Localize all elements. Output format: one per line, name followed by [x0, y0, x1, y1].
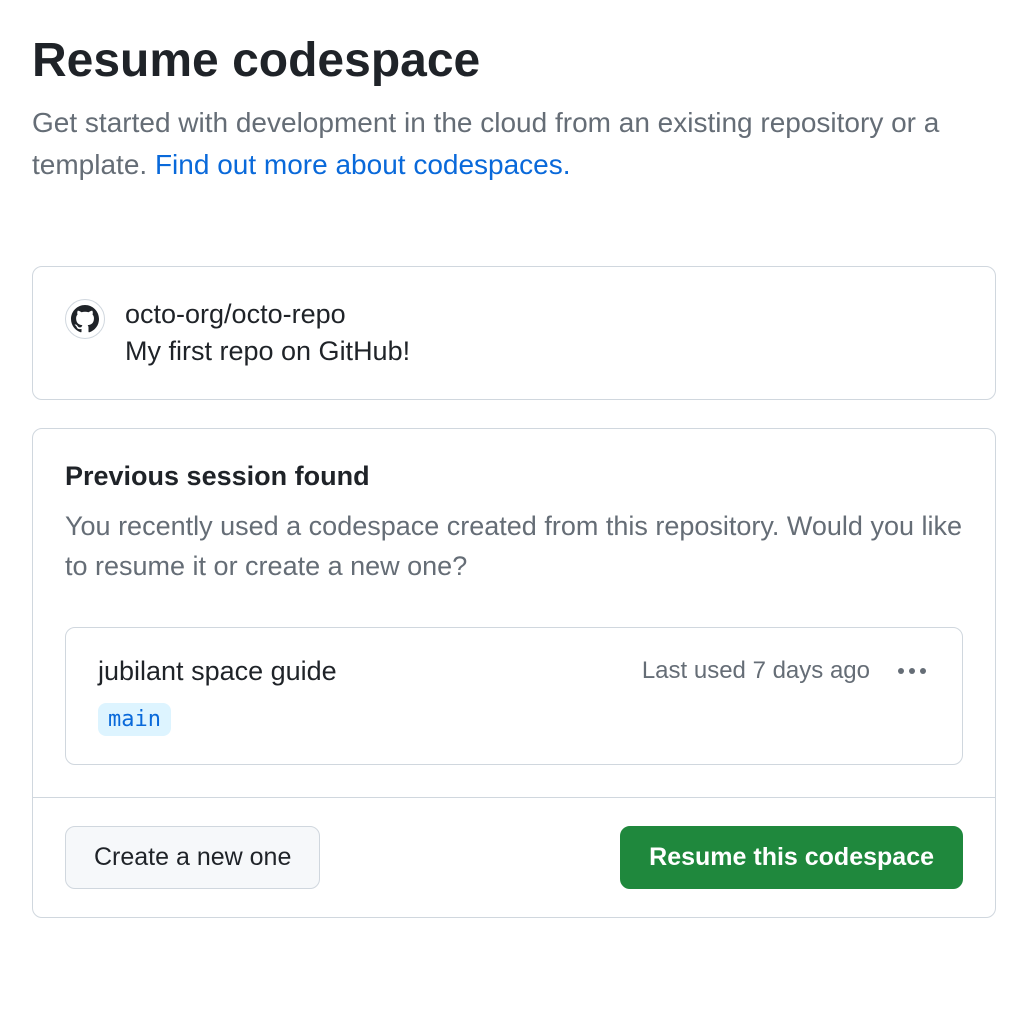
- codespace-item: jubilant space guide Last used 7 days ag…: [65, 627, 963, 765]
- kebab-menu-icon[interactable]: [894, 664, 930, 678]
- session-body: Previous session found You recently used…: [33, 429, 995, 797]
- repo-info: octo-org/octo-repo My first repo on GitH…: [125, 299, 410, 367]
- create-new-button[interactable]: Create a new one: [65, 826, 320, 889]
- codespace-row: jubilant space guide Last used 7 days ag…: [98, 656, 930, 687]
- codespace-meta: Last used 7 days ago: [642, 657, 930, 685]
- learn-more-link[interactable]: Find out more about codespaces.: [155, 149, 571, 180]
- branch-badge: main: [98, 703, 171, 736]
- repo-description: My first repo on GitHub!: [125, 336, 410, 367]
- session-description: You recently used a codespace created fr…: [65, 506, 963, 587]
- session-footer: Create a new one Resume this codespace: [33, 797, 995, 917]
- octocat-icon: [71, 305, 99, 333]
- session-title: Previous session found: [65, 461, 963, 492]
- repo-avatar: [65, 299, 105, 339]
- resume-codespace-button[interactable]: Resume this codespace: [620, 826, 963, 889]
- page-subtitle: Get started with development in the clou…: [32, 102, 996, 186]
- repository-card: octo-org/octo-repo My first repo on GitH…: [32, 266, 996, 400]
- previous-session-card: Previous session found You recently used…: [32, 428, 996, 918]
- last-used-label: Last used 7 days ago: [642, 657, 870, 685]
- repo-name: octo-org/octo-repo: [125, 299, 410, 330]
- page-title: Resume codespace: [32, 32, 996, 90]
- codespace-name: jubilant space guide: [98, 656, 337, 687]
